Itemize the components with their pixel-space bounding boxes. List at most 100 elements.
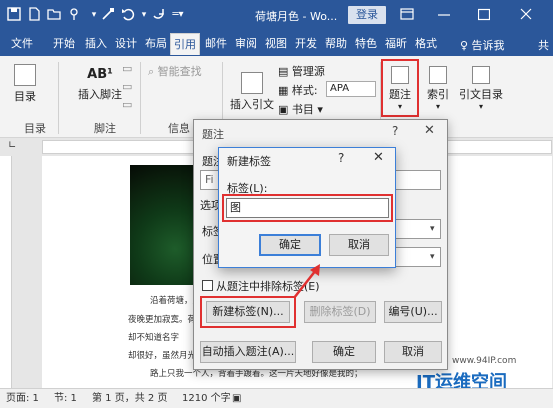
document-line: 却很好，虽然月光 [128, 351, 197, 361]
insert-citation-label: 插入引文 [230, 98, 274, 111]
vertical-ruler[interactable] [0, 156, 12, 388]
tab-file[interactable]: 文件 [8, 33, 36, 55]
red-arrow-icon [293, 264, 320, 299]
caption-dialog-title: 题注 [202, 128, 224, 141]
citation-index-button[interactable]: 引文目录 ▾ [458, 64, 504, 111]
status-word-count[interactable]: 1210 个字 [182, 389, 231, 408]
chevron-down-icon: ▾ [435, 102, 440, 111]
new-label-highlight [200, 296, 296, 328]
smart-lookup-icon: ⌕ [148, 65, 158, 78]
watermark-url: www.94IP.com [452, 356, 517, 366]
footnote-option-1[interactable]: ▭ [122, 62, 132, 75]
tab-format[interactable]: 格式 [412, 33, 440, 55]
new-label-cancel-button[interactable]: 取消 [329, 234, 389, 256]
auto-caption-button[interactable]: 自动插入题注(A)... [200, 341, 296, 363]
redo-icon[interactable] [150, 7, 166, 23]
citation-index-label: 引文目录 [459, 88, 503, 101]
undo-icon[interactable] [120, 7, 136, 23]
help-icon[interactable]: ? [392, 124, 398, 138]
status-bar: 页面: 1 节: 1 第 1 页，共 2 页 1210 个字 ▣ [0, 388, 553, 408]
status-section[interactable]: 节: 1 [54, 389, 77, 408]
chevron-down-icon: ▾ [478, 102, 483, 111]
tab-references[interactable]: 引用 [170, 33, 200, 55]
touch-mode-icon[interactable] [66, 7, 82, 23]
save-icon[interactable] [6, 7, 22, 23]
tell-me-search[interactable]: ♀ 告诉我 [460, 37, 505, 53]
style-select[interactable]: APA [326, 81, 376, 97]
toc-group-label: 目录 [24, 122, 46, 135]
status-page-of[interactable]: 第 1 页，共 2 页 [92, 389, 167, 408]
word-window: ▾ ▾ ═▾ 荷塘月色 - Wo... 登录 文件 开始 插入 设计 布局 引用… [0, 0, 553, 408]
info-group-label: 信息 [168, 122, 190, 135]
footnote-group-label: 脚注 [94, 122, 116, 135]
restore-icon[interactable] [477, 7, 491, 24]
insert-citation-button[interactable]: 插入引文 [230, 72, 274, 112]
tab-layout[interactable]: 布局 [142, 33, 170, 55]
proofing-icon[interactable]: ▣ [232, 389, 241, 408]
chevron-down-icon: ▾ [313, 103, 323, 116]
tab-design[interactable]: 设计 [112, 33, 140, 55]
citation-index-icon [472, 66, 490, 84]
status-page[interactable]: 页面: 1 [6, 389, 39, 408]
new-doc-icon[interactable] [26, 7, 42, 23]
toc-label: 目录 [14, 90, 36, 103]
footnote-option-2[interactable]: ▭ [122, 80, 132, 93]
delete-label-button[interactable]: 删除标签(D) [304, 301, 376, 323]
tab-mailings[interactable]: 邮件 [202, 33, 230, 55]
chevron-down-icon[interactable]: ▾ [430, 224, 435, 234]
tab-foxit[interactable]: 福昕 [382, 33, 410, 55]
minimize-icon[interactable] [438, 7, 450, 24]
insert-footnote-button[interactable]: AB¹ 插入脚注 [72, 64, 128, 102]
group-separator [140, 62, 141, 134]
document-title: 荷塘月色 - Wo... [255, 10, 338, 23]
ribbon-tabs: 文件 开始 插入 设计 布局 引用 邮件 审阅 视图 开发 帮助 特色 福昕 格… [0, 30, 553, 56]
new-label-dialog: 新建标签 ? ✕ 标签(L): 图 确定 取消 [218, 147, 396, 268]
bibliography-button[interactable]: ▣ 书目 ▾ [278, 101, 323, 117]
style-label: ▦ 样式: [278, 84, 318, 97]
tab-review[interactable]: 审阅 [232, 33, 260, 55]
login-button[interactable]: 登录 [348, 6, 386, 24]
help-icon[interactable]: ? [338, 151, 344, 165]
tab-developer[interactable]: 开发 [292, 33, 320, 55]
share-button[interactable]: 共 [538, 37, 549, 53]
tab-help[interactable]: 帮助 [322, 33, 350, 55]
index-icon [429, 66, 447, 84]
format-painter-icon[interactable] [100, 7, 116, 23]
tab-home[interactable]: 开始 [50, 33, 78, 55]
document-line: 夜晚更加寂寞。荷 [128, 315, 197, 325]
toc-button[interactable]: 目录 [10, 64, 40, 104]
new-label-ok-button[interactable]: 确定 [259, 234, 321, 256]
document-line: 却不知道名字 [128, 333, 180, 343]
close-icon[interactable]: ✕ [373, 150, 384, 165]
exclude-label-checkbox[interactable] [202, 280, 213, 291]
manage-sources-button[interactable]: ▤ 管理源 [278, 63, 325, 79]
manage-sources-icon: ▤ [278, 65, 292, 78]
insert-footnote-label: 插入脚注 [78, 88, 122, 101]
smart-lookup-button[interactable]: ⌕ 智能查找 [148, 63, 202, 79]
bibliography-icon: ▣ [278, 103, 292, 116]
caption-cancel-button[interactable]: 取消 [384, 341, 442, 363]
numbering-button[interactable]: 编号(U)... [384, 301, 442, 323]
caption-highlight [381, 59, 419, 117]
footnote-option-3[interactable]: ▭ [122, 98, 132, 111]
title-bar: ▾ ▾ ═▾ 荷塘月色 - Wo... 登录 [0, 0, 553, 30]
chevron-down-icon[interactable]: ▾ [430, 252, 435, 262]
new-label-input-highlight [222, 194, 393, 222]
index-button[interactable]: 索引 ▾ [424, 64, 452, 111]
style-icon: ▦ [278, 84, 292, 97]
index-label: 索引 [427, 88, 449, 101]
citation-icon [241, 72, 263, 94]
tab-insert[interactable]: 插入 [82, 33, 110, 55]
tab-featured[interactable]: 特色 [352, 33, 380, 55]
caption-ok-button[interactable]: 确定 [312, 341, 376, 363]
tab-stop-icon[interactable]: ∟ [8, 140, 16, 151]
group-separator [58, 62, 59, 134]
toc-icon [14, 64, 36, 86]
ribbon-display-icon[interactable] [400, 7, 414, 24]
open-icon[interactable] [46, 7, 62, 23]
footnote-icon: AB¹ [87, 67, 113, 82]
tab-view[interactable]: 视图 [262, 33, 290, 55]
customize-icon[interactable]: ═▾ [170, 7, 186, 23]
close-icon[interactable]: ✕ [424, 123, 435, 138]
close-icon[interactable] [520, 7, 532, 24]
